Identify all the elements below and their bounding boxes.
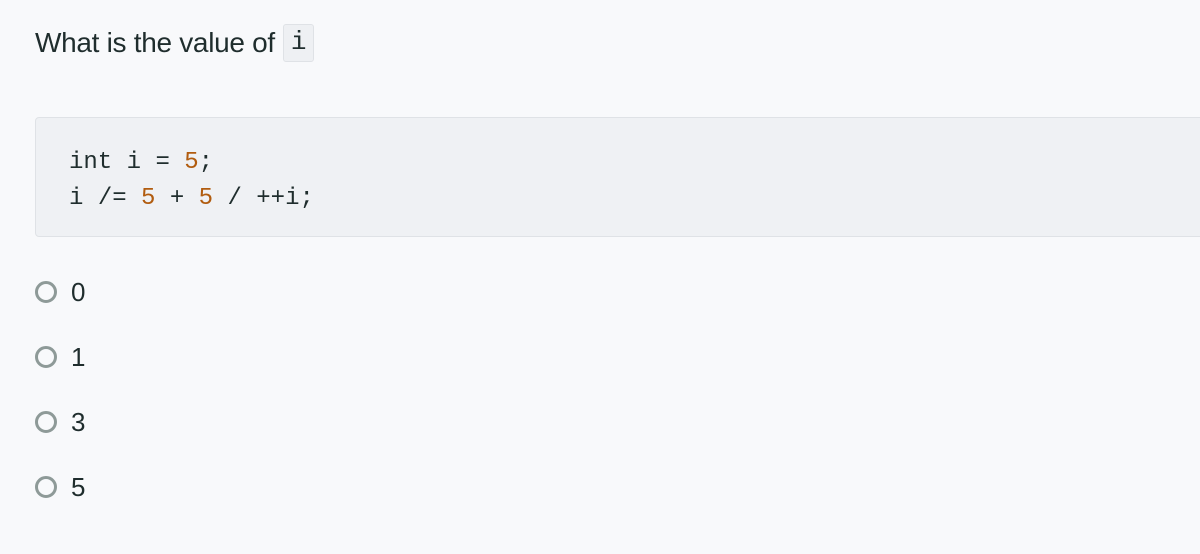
code-operator: / — [227, 185, 242, 212]
question: What is the value of i — [35, 24, 315, 62]
option-3[interactable]: 3 — [35, 404, 85, 440]
code-line-1: int i = 5; — [69, 149, 213, 176]
code-punct: ; — [198, 149, 214, 176]
code-variable: i — [126, 149, 142, 176]
code-snippet: int i = 5; i /= 5 + 5 / ++i; — [69, 145, 314, 217]
radio-button-icon[interactable] — [35, 411, 57, 433]
code-number: 5 — [198, 185, 214, 212]
option-label: 1 — [71, 341, 86, 372]
option-label: 3 — [71, 406, 86, 437]
code-number: 5 — [184, 149, 199, 176]
option-5[interactable]: 5 — [35, 469, 85, 505]
answer-options: 0 1 3 5 — [35, 274, 85, 534]
radio-button-icon[interactable] — [35, 476, 57, 498]
code-operator: = — [155, 149, 170, 176]
option-label: 0 — [71, 276, 86, 307]
code-operator: + — [169, 185, 185, 212]
code-keyword: int — [69, 149, 113, 176]
option-label: 5 — [71, 471, 86, 502]
code-expression: ++i; — [256, 185, 314, 212]
code-number: 5 — [141, 185, 156, 212]
radio-button-icon[interactable] — [35, 281, 57, 303]
code-line-2: i /= 5 + 5 / ++i; — [69, 185, 314, 212]
option-0[interactable]: 0 — [35, 274, 85, 310]
inline-code: i — [282, 24, 315, 62]
option-1[interactable]: 1 — [35, 339, 85, 375]
code-variable: i — [69, 185, 84, 212]
radio-button-icon[interactable] — [35, 346, 57, 368]
question-text: What is the value of — [35, 27, 275, 58]
code-block: int i = 5; i /= 5 + 5 / ++i; — [35, 117, 1200, 237]
code-operator: /= — [97, 185, 127, 212]
